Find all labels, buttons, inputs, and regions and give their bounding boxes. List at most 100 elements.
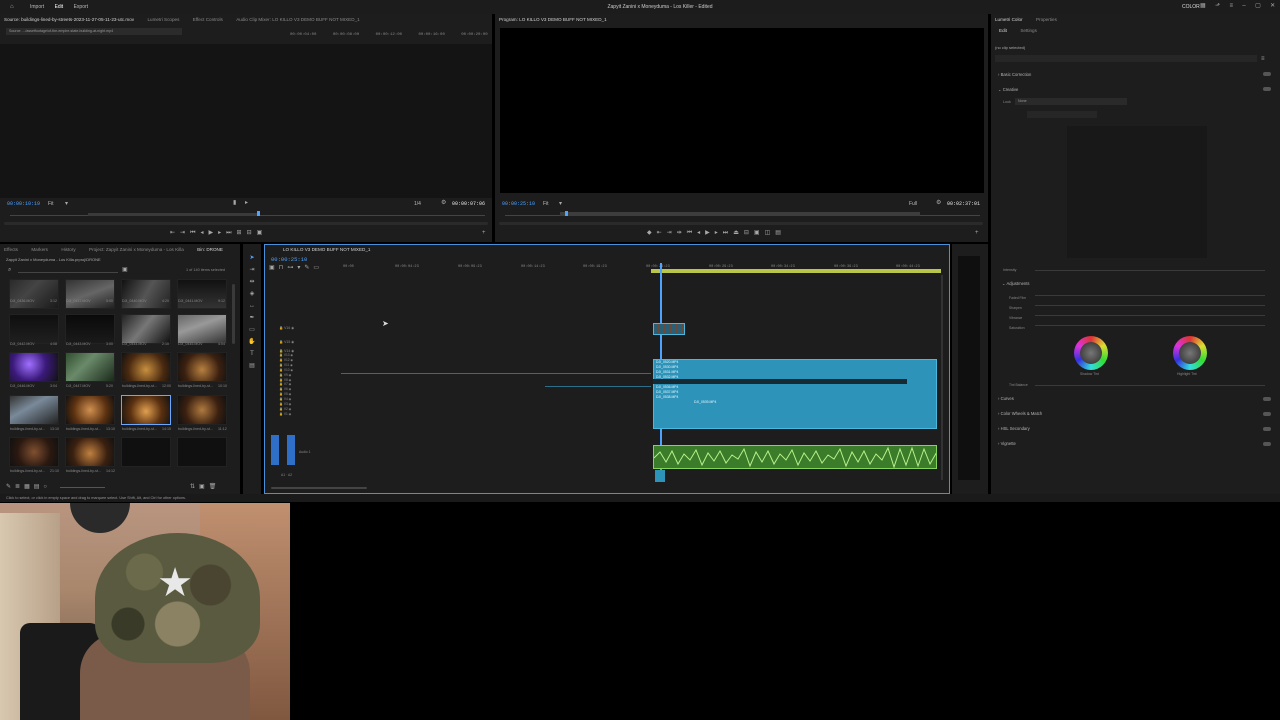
source-time-ruler[interactable] <box>10 211 485 216</box>
mark-out-icon[interactable]: ⇥ <box>667 230 677 236</box>
tab-lumetri-color[interactable]: Lumetri Color <box>995 17 1023 22</box>
add-marker-icon[interactable]: ◆ <box>647 230 657 236</box>
source-patch-v1[interactable] <box>271 435 279 465</box>
clip-thumbnail[interactable] <box>9 314 59 344</box>
go-to-out-icon[interactable]: ⏭ <box>723 230 733 236</box>
captions-icon[interactable]: ▭ <box>313 265 323 271</box>
track-header[interactable]: 🔒 V15 ◉ <box>279 339 319 345</box>
clip-thumbnail[interactable] <box>65 437 115 467</box>
source-zoom-bar[interactable] <box>88 213 258 216</box>
tab-effect-controls[interactable]: Effect Controls <box>193 17 223 22</box>
track-target-a1[interactable] <box>287 435 295 465</box>
go-to-in-icon[interactable]: ⏮ <box>190 230 200 236</box>
tab-program[interactable]: Program: LO KILLO V3 DEMO BUFF NOT MIXED… <box>499 17 607 22</box>
tab-bin-drone[interactable]: Bin: DRONE <box>197 247 223 252</box>
program-timecode[interactable]: 00:00:25:10 <box>502 201 535 207</box>
program-scroll-bar[interactable] <box>499 222 983 225</box>
section-color-wheels[interactable]: › Color Wheels & Match <box>998 411 1042 416</box>
clip-thumbnail[interactable] <box>9 279 59 309</box>
program-zoom-bar[interactable] <box>560 212 920 216</box>
clip-thumbnail[interactable] <box>121 279 171 309</box>
type-icon[interactable]: T <box>250 351 254 357</box>
vibrance-slider[interactable] <box>1035 315 1265 316</box>
shadow-tint-wheel[interactable] <box>1074 336 1108 370</box>
close-icon[interactable]: ✕ <box>1270 3 1275 9</box>
tab-properties[interactable]: Properties <box>1036 17 1057 22</box>
project-search-input[interactable] <box>18 266 118 273</box>
play-icon[interactable]: ▶ <box>208 230 218 236</box>
video-clip-stack[interactable]: DJI_0520.MP4 DJI_0530.MP4 DJI_0531.MP4 D… <box>653 359 937 429</box>
menu-import[interactable]: Import <box>30 4 44 10</box>
clip-thumbnail-selected[interactable] <box>121 395 171 425</box>
work-area-bar[interactable] <box>651 269 941 273</box>
wrench-icon[interactable]: ✎ <box>304 265 313 271</box>
clip-stub[interactable] <box>655 470 665 482</box>
caption-icon[interactable]: ▤ <box>249 363 255 369</box>
menu-icon[interactable]: ≡ <box>1261 56 1265 62</box>
insert-icon[interactable]: ⊞ <box>237 230 247 236</box>
clip-line[interactable] <box>545 386 651 387</box>
menu-edit[interactable]: Edit <box>55 4 64 10</box>
intensity-slider[interactable] <box>1035 270 1265 271</box>
razor-icon[interactable]: ◈ <box>250 291 255 297</box>
track-header[interactable]: 🔒 V1 ◉ <box>279 412 319 417</box>
mark-in-icon[interactable]: ⇤ <box>657 230 667 236</box>
toggle[interactable] <box>1263 442 1271 446</box>
list-view-icon[interactable]: ≣ <box>15 484 24 490</box>
new-item-icon[interactable]: ▣ <box>199 484 209 490</box>
play-icon[interactable]: ▶ <box>705 230 715 236</box>
compare-icon[interactable]: ◫ <box>765 230 776 236</box>
clip-thumbnail[interactable] <box>177 395 227 425</box>
icon-view-icon[interactable]: ▦ <box>24 484 34 490</box>
program-fit-select[interactable]: Fit <box>543 201 549 207</box>
tab-markers[interactable]: Markers <box>31 247 48 252</box>
clip-thumbnail[interactable] <box>65 352 115 382</box>
slip-icon[interactable]: ↔ <box>249 303 255 309</box>
ripple-edit-icon[interactable]: ⇹ <box>249 279 254 285</box>
search-icon[interactable]: ⌕ <box>8 267 11 273</box>
clip-thumbnail[interactable] <box>9 395 59 425</box>
saturation-slider[interactable] <box>1035 325 1265 326</box>
sharpen-slider[interactable] <box>1035 305 1265 306</box>
clip-thumbnail[interactable] <box>177 279 227 309</box>
tab-lumetri-scopes[interactable]: Lumetri Scopes <box>147 17 179 22</box>
clip-thumbnail[interactable] <box>121 314 171 344</box>
faded-film-slider[interactable] <box>1035 295 1265 296</box>
add-marker-icon[interactable]: ▾ <box>297 265 304 271</box>
tab-source[interactable]: Source: buildings-lined-by-streets-2023-… <box>4 17 134 22</box>
step-forward-icon[interactable]: ▸ <box>715 230 723 236</box>
clip-thumbnail[interactable] <box>9 352 59 382</box>
lift-icon[interactable]: ⏏ <box>733 230 744 236</box>
clip-thumbnail[interactable] <box>177 314 227 344</box>
mark-out-icon[interactable]: ⇥ <box>180 230 190 236</box>
step-forward-icon[interactable]: ▸ <box>218 230 226 236</box>
source-timecode[interactable]: 00:00:10:19 <box>7 201 40 207</box>
section-adjustments[interactable]: ⌄ Adjustments <box>1002 281 1030 286</box>
new-bin-icon[interactable]: ▣ <box>122 267 128 273</box>
share-icon[interactable]: ⬏ <box>1215 3 1220 9</box>
project-scrollbar[interactable] <box>232 284 235 344</box>
export-frame-icon[interactable]: ▣ <box>754 230 765 236</box>
export-frame-icon[interactable]: ▣ <box>257 230 268 236</box>
source-playhead[interactable] <box>257 211 260 216</box>
audio-clip[interactable] <box>653 445 937 469</box>
clip-thumbnail[interactable] <box>65 314 115 344</box>
extract-icon[interactable]: ⊟ <box>744 230 754 236</box>
wrench-icon[interactable]: ▮ <box>233 200 236 206</box>
pen-icon[interactable]: ✒ <box>249 315 254 321</box>
toggle[interactable] <box>1263 87 1271 91</box>
highlight-tint-wheel[interactable] <box>1173 336 1207 370</box>
section-hsl-secondary[interactable]: › HSL Secondary <box>998 426 1030 431</box>
freeform-view-icon[interactable]: ▤ <box>34 484 44 490</box>
minimize-icon[interactable]: – <box>1242 3 1245 9</box>
chevron-down-icon[interactable]: ▾ <box>559 201 562 207</box>
source-fit-select[interactable]: Fit <box>48 201 54 207</box>
add-button-icon[interactable]: + <box>482 230 486 236</box>
tab-history[interactable]: History <box>61 247 75 252</box>
tab-project[interactable]: Project: Zapyit Zanini x Moneyduma - Los… <box>89 247 184 252</box>
zoom-slider-icon[interactable]: ○ <box>43 484 51 490</box>
step-back-icon[interactable]: ◂ <box>697 230 705 236</box>
home-icon[interactable]: ⌂ <box>10 4 14 10</box>
clip-line[interactable] <box>341 373 651 374</box>
go-to-out-icon[interactable]: ⏭ <box>226 230 236 236</box>
